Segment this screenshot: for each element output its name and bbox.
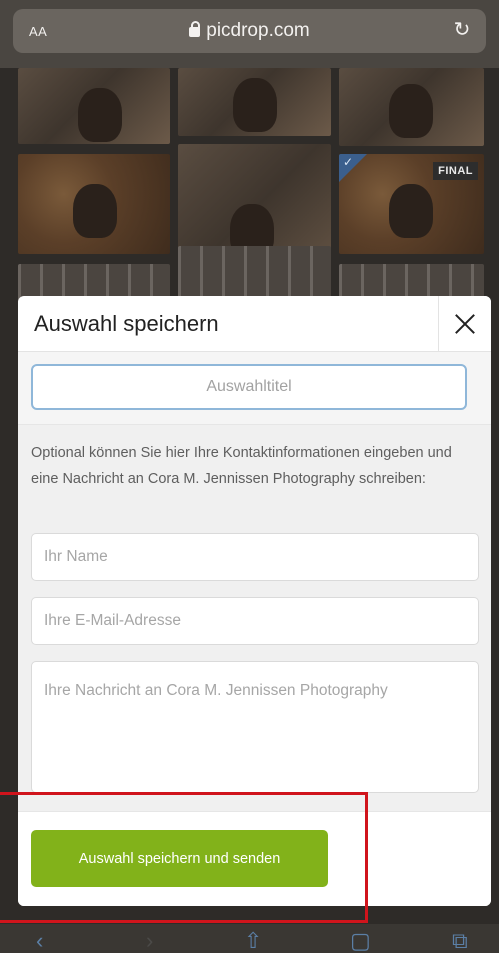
dog-photo-subject xyxy=(389,184,433,238)
gallery-thumbnail[interactable] xyxy=(18,68,170,144)
contact-section: Optional können Sie hier Ihre Kontaktinf… xyxy=(18,425,491,811)
share-icon[interactable]: ⇧ xyxy=(244,930,262,952)
tabs-icon[interactable]: ⧉ xyxy=(452,930,468,952)
save-and-send-button[interactable]: Auswahl speichern und senden xyxy=(31,830,328,887)
selection-title-input[interactable] xyxy=(31,364,467,410)
close-button[interactable] xyxy=(438,296,491,351)
gallery-thumbnail[interactable] xyxy=(339,68,484,146)
message-textarea[interactable] xyxy=(31,661,479,793)
dog-photo-subject xyxy=(389,84,433,138)
url-display[interactable]: picdrop.com xyxy=(13,20,486,42)
dialog-header: Auswahl speichern xyxy=(18,296,491,352)
dialog-footer: Auswahl speichern und senden xyxy=(18,811,491,906)
contact-hint-text: Optional können Sie hier Ihre Kontaktinf… xyxy=(31,445,452,487)
final-badge: FINAL xyxy=(433,162,478,180)
gallery-thumbnail[interactable] xyxy=(178,68,331,136)
dog-photo-subject xyxy=(78,88,122,142)
bookmarks-icon[interactable]: ▢ xyxy=(350,930,371,952)
forward-icon[interactable]: › xyxy=(146,930,153,952)
gallery-thumbnail-selected[interactable]: ✓ FINAL xyxy=(339,154,484,254)
browser-address-bar: AA picdrop.com ↻ xyxy=(0,0,499,68)
back-icon[interactable]: ‹ xyxy=(36,930,43,952)
url-field[interactable]: AA picdrop.com ↻ xyxy=(13,9,486,53)
selection-title-section xyxy=(18,352,491,425)
screen: AA picdrop.com ↻ ✓ FINAL Auswahl speiche… xyxy=(0,0,499,953)
browser-toolbar: ‹ › ⇧ ▢ ⧉ xyxy=(0,924,499,953)
check-icon: ✓ xyxy=(343,155,354,169)
email-input[interactable] xyxy=(31,597,479,645)
reload-icon[interactable]: ↻ xyxy=(452,20,472,40)
domain-text: picdrop.com xyxy=(206,20,310,41)
gallery-thumbnail[interactable] xyxy=(18,154,170,254)
dog-photo-subject xyxy=(233,78,277,132)
close-icon xyxy=(454,313,476,335)
save-selection-dialog: Auswahl speichern Optional können Sie hi… xyxy=(18,296,491,906)
lock-icon xyxy=(189,21,201,37)
name-input[interactable] xyxy=(31,533,479,581)
dog-photo-subject xyxy=(73,184,117,238)
dialog-title: Auswahl speichern xyxy=(34,311,219,336)
